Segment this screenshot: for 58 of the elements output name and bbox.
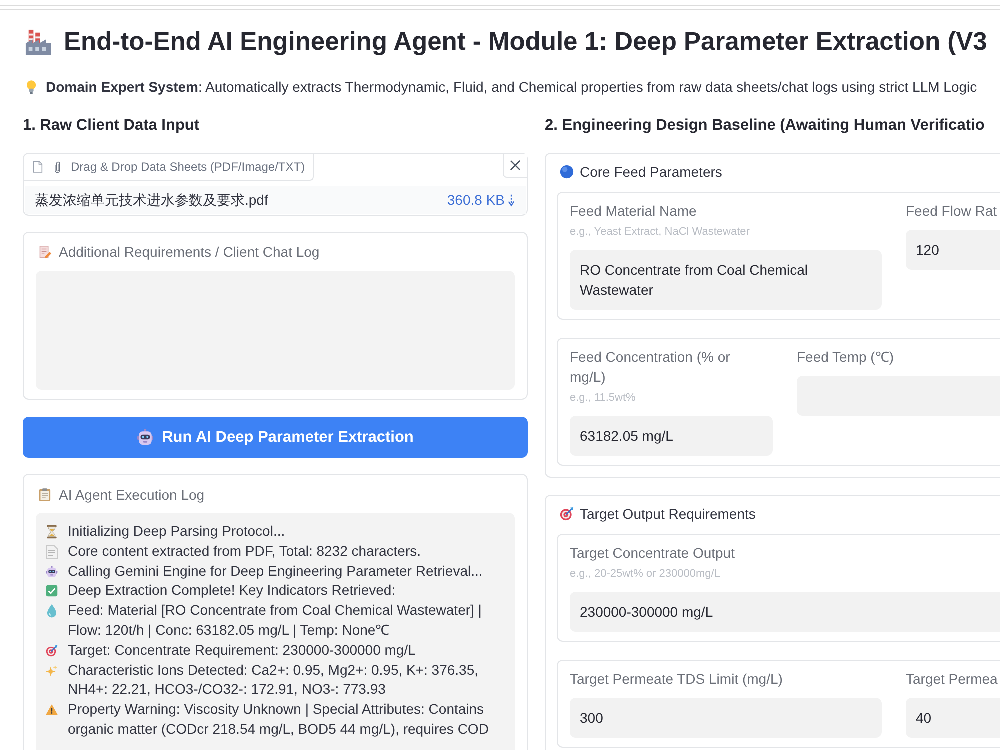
card-title: Target Output Requirements	[580, 505, 756, 524]
input-field[interactable]: 230000-300000 mg/L	[570, 592, 1000, 632]
log-line: Characteristic Ions Detected: Ca2+: 0.95, Mg2+: 0.95, K+: 376.35, NH4+: 22.21, HCO3-/CO32-: 172.91, NO3-: 773.93	[68, 660, 480, 700]
log-line: Calling Gemini Engine for Deep Engineering Parameter Retrieval...	[68, 562, 484, 581]
field-label: Feed Temp (℃)	[797, 348, 895, 367]
card-title: Core Feed Parameters	[580, 163, 722, 182]
lightbulb-icon	[26, 80, 37, 94]
circle-icon	[560, 165, 574, 179]
file-size: 360.8 KB	[447, 191, 505, 210]
checkmark-icon	[46, 584, 58, 598]
sparkle-icon	[46, 664, 58, 678]
factory-icon	[25, 28, 52, 56]
upload-label: Drag & Drop Data Sheets (PDF/Image/TXT)	[71, 159, 306, 175]
run-extraction-button[interactable]: Run AI Deep Parameter Extraction	[23, 417, 528, 458]
log-line: Deep Extraction Complete! Key Indicators Retrieved:	[68, 581, 397, 600]
log-line: Feed: Material [RO Concentrate from Coal Chemical Wastewater] | Flow: 120t/h | Conc: 63182.05 mg/L | Temp: None℃	[68, 601, 483, 640]
input-field[interactable]: 300	[570, 698, 882, 738]
field-hint: e.g., 11.5wt%	[570, 391, 637, 406]
clipboard-icon	[39, 488, 51, 502]
droplet-icon	[46, 604, 58, 618]
robot-icon	[46, 564, 58, 579]
close-icon	[510, 160, 521, 171]
log-line: Target: Concentrate Requirement: 230000-300000 mg/L	[68, 640, 417, 660]
input-field[interactable]: 120	[906, 230, 1000, 270]
download-arrow-icon	[508, 194, 515, 206]
target-icon	[560, 507, 574, 521]
log-line: Core content extracted from PDF, Total: 8232 characters.	[68, 542, 422, 561]
page-title: End-to-End AI Engineering Agent - Module 1: Deep Parameter Extraction (V3	[64, 27, 988, 58]
section-heading: 2. Engineering Design Baseline (Awaiting Human Verificatio	[545, 116, 986, 136]
field-label: Feed Concentration (% or mg/L)	[570, 348, 732, 387]
input-field[interactable]: 63182.05 mg/L	[570, 416, 773, 456]
input-field[interactable]: RO Concentrate from Coal Chemical Wastewater	[570, 250, 882, 310]
hourglass-icon	[46, 525, 58, 539]
robot-icon	[137, 429, 154, 446]
file-name[interactable]: 蒸发浓缩单元技术进水参数及要求.pdf	[35, 190, 268, 210]
field-label: Target Permeate TDS Limit (mg/L)	[570, 670, 784, 689]
log-line: Initializing Deep Parsing Protocol...	[68, 522, 286, 541]
input-field[interactable]: 40	[906, 698, 1000, 738]
field-hint: e.g., Yeast Extract, NaCl Wastewater	[570, 225, 751, 240]
file-upload-panel[interactable]: Drag & Drop Data Sheets (PDF/Image/TXT) 蒸发浓缩单元技术进水参数及要求.pdf 360.8 KB	[23, 153, 528, 216]
field-label: Feed Material Name	[570, 202, 698, 221]
field-label: Target Permea	[906, 670, 999, 689]
field-label: AI Agent Execution Log	[59, 486, 205, 505]
field-label: Additional Requirements / Client Chat Log	[59, 243, 320, 262]
document-icon	[33, 161, 43, 173]
field-label: Target Concentrate Output	[570, 544, 736, 563]
log-line: Property Warning: Viscosity Unknown | Special Attributes: Contains organic matter (CODcr 218.54 mg/L, BOD5 44 mg/L), requires COD	[68, 700, 490, 739]
paperclip-icon	[55, 160, 61, 174]
field-hint: e.g., 20-25wt% or 230000mg/L	[570, 567, 722, 582]
memo-icon	[39, 246, 52, 258]
close-button[interactable]	[503, 154, 527, 178]
warning-icon	[46, 703, 58, 718]
field-label: Feed Flow Rat	[906, 202, 998, 221]
page-icon	[46, 544, 58, 559]
log-output-field[interactable]	[36, 513, 515, 750]
intro-text: Domain Expert System: Automatically extracts Thermodynamic, Fluid, and Chemical properties from raw data sheets/chat logs using strict LLM Logic	[46, 78, 978, 97]
target-icon	[46, 644, 58, 658]
section-heading: 1. Raw Client Data Input	[23, 116, 201, 136]
